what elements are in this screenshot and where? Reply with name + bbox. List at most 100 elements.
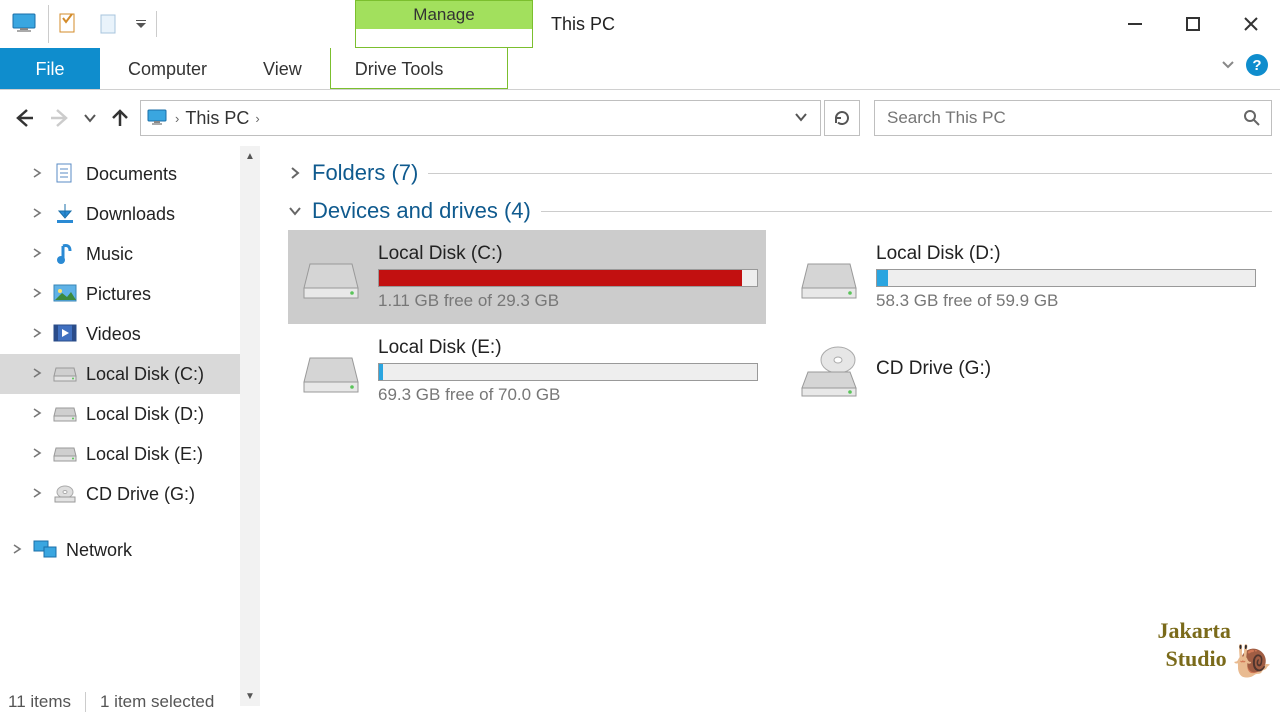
drive-icon bbox=[52, 362, 78, 386]
ribbon-tabs: File Computer View Drive Tools ? bbox=[0, 48, 1280, 90]
manage-context-tab[interactable]: Manage bbox=[355, 0, 533, 48]
usage-bar bbox=[378, 269, 758, 287]
breadcrumb-this-pc[interactable]: This PC bbox=[185, 108, 249, 129]
help-button[interactable]: ? bbox=[1246, 54, 1268, 76]
drive-icon bbox=[52, 442, 78, 466]
maximize-button[interactable] bbox=[1164, 0, 1222, 48]
drive-local-disk-e-[interactable]: Local Disk (E:) 69.3 GB free of 70.0 GB bbox=[288, 324, 766, 418]
tree-item-label: Videos bbox=[86, 324, 141, 345]
group-drives-label: Devices and drives (4) bbox=[312, 198, 531, 224]
back-button[interactable] bbox=[8, 102, 40, 134]
chevron-down-icon bbox=[288, 198, 302, 224]
navigation-bar: › This PC › bbox=[0, 90, 1280, 146]
view-tab[interactable]: View bbox=[235, 48, 330, 89]
tree-item-documents[interactable]: Documents bbox=[0, 154, 260, 194]
videos-icon bbox=[52, 322, 78, 346]
chevron-right-icon bbox=[288, 160, 302, 186]
up-button[interactable] bbox=[104, 102, 136, 134]
music-icon bbox=[52, 242, 78, 266]
tree-item-label: Network bbox=[66, 540, 132, 561]
item-count: 11 items bbox=[8, 692, 71, 712]
group-drives[interactable]: Devices and drives (4) bbox=[288, 192, 1272, 230]
drive-icon bbox=[52, 402, 78, 426]
tree-item-label: Music bbox=[86, 244, 133, 265]
tree-item-videos[interactable]: Videos bbox=[0, 314, 260, 354]
tree-item-pictures[interactable]: Pictures bbox=[0, 274, 260, 314]
drive-free-text: 1.11 GB free of 29.3 GB bbox=[378, 291, 758, 311]
forward-button[interactable] bbox=[44, 102, 76, 134]
drive-local-disk-c-[interactable]: Local Disk (C:) 1.11 GB free of 29.3 GB bbox=[288, 230, 766, 324]
pictures-icon bbox=[52, 282, 78, 306]
hard-drive-icon bbox=[296, 240, 370, 314]
drive-name: Local Disk (C:) bbox=[378, 243, 758, 265]
this-pc-icon bbox=[147, 109, 169, 127]
properties-qat-icon[interactable] bbox=[48, 5, 86, 43]
qat-separator bbox=[156, 11, 157, 37]
drive-local-disk-d-[interactable]: Local Disk (D:) 58.3 GB free of 59.9 GB bbox=[786, 230, 1264, 324]
chevron-right-icon bbox=[30, 487, 44, 501]
chevron-right-icon bbox=[30, 167, 44, 181]
quick-access-toolbar bbox=[0, 0, 165, 48]
search-input[interactable] bbox=[885, 107, 1243, 129]
tree-item-label: Pictures bbox=[86, 284, 151, 305]
tree-item-network[interactable]: Network bbox=[0, 530, 260, 570]
cd-icon bbox=[52, 482, 78, 506]
breadcrumb-separator: › bbox=[255, 111, 259, 126]
hard-drive-icon bbox=[296, 334, 370, 408]
drive-name: Local Disk (E:) bbox=[378, 337, 758, 359]
tree-item-local-disk-e-[interactable]: Local Disk (E:) bbox=[0, 434, 260, 474]
tree-item-label: Local Disk (D:) bbox=[86, 404, 204, 425]
drive-name: Local Disk (D:) bbox=[876, 243, 1256, 265]
tree-item-label: Local Disk (E:) bbox=[86, 444, 203, 465]
chevron-right-icon bbox=[30, 327, 44, 341]
this-pc-icon[interactable] bbox=[6, 5, 44, 43]
usage-bar bbox=[378, 363, 758, 381]
content-pane: Folders (7) Devices and drives (4) Local… bbox=[260, 146, 1280, 706]
cd-drive-icon bbox=[794, 334, 868, 408]
hard-drive-icon bbox=[794, 240, 868, 314]
tree-item-cd-drive-g-[interactable]: CD Drive (G:) bbox=[0, 474, 260, 514]
drive-free-text: 58.3 GB free of 59.9 GB bbox=[876, 291, 1256, 311]
tree-item-label: Documents bbox=[86, 164, 177, 185]
search-icon bbox=[1243, 109, 1261, 127]
tree-item-local-disk-c-[interactable]: Local Disk (C:) bbox=[0, 354, 260, 394]
breadcrumb-separator: › bbox=[175, 111, 179, 126]
file-tab[interactable]: File bbox=[0, 48, 100, 89]
group-folders[interactable]: Folders (7) bbox=[288, 154, 1272, 192]
history-dropdown[interactable] bbox=[80, 102, 100, 134]
chevron-right-icon bbox=[30, 407, 44, 421]
usage-bar bbox=[876, 269, 1256, 287]
search-box[interactable] bbox=[874, 100, 1272, 136]
close-button[interactable] bbox=[1222, 0, 1280, 48]
new-item-qat-icon[interactable] bbox=[90, 5, 128, 43]
tree-item-downloads[interactable]: Downloads bbox=[0, 194, 260, 234]
network-icon bbox=[32, 538, 58, 562]
refresh-button[interactable] bbox=[824, 100, 860, 136]
title-bar: Manage This PC bbox=[0, 0, 1280, 48]
navigation-pane: Documents Downloads Music Pictures Videos Loc… bbox=[0, 146, 260, 706]
address-bar[interactable]: › This PC › bbox=[140, 100, 821, 136]
tree-item-music[interactable]: Music bbox=[0, 234, 260, 274]
chevron-right-icon bbox=[30, 367, 44, 381]
tree-item-label: Downloads bbox=[86, 204, 175, 225]
sidebar-scrollbar[interactable]: ▲ ▼ bbox=[240, 146, 260, 706]
drive-free-text: 69.3 GB free of 70.0 GB bbox=[378, 385, 758, 405]
minimize-button[interactable] bbox=[1106, 0, 1164, 48]
window-title: This PC bbox=[551, 14, 615, 35]
collapse-ribbon-icon[interactable] bbox=[1220, 56, 1236, 75]
tree-item-label: Local Disk (C:) bbox=[86, 364, 204, 385]
chevron-right-icon bbox=[30, 447, 44, 461]
drive-tools-tab[interactable]: Drive Tools bbox=[330, 48, 508, 89]
computer-tab[interactable]: Computer bbox=[100, 48, 235, 89]
tree-item-local-disk-d-[interactable]: Local Disk (D:) bbox=[0, 394, 260, 434]
scroll-up-button[interactable]: ▲ bbox=[240, 146, 260, 166]
chevron-right-icon bbox=[30, 287, 44, 301]
status-bar: 11 items 1 item selected bbox=[0, 684, 1280, 720]
chevron-right-icon bbox=[30, 247, 44, 261]
qat-dropdown-icon[interactable] bbox=[132, 5, 150, 43]
group-folders-label: Folders (7) bbox=[312, 160, 418, 186]
address-dropdown[interactable] bbox=[788, 110, 814, 127]
tree-item-label: CD Drive (G:) bbox=[86, 484, 195, 505]
download-icon bbox=[52, 202, 78, 226]
drive-cd-drive-g-[interactable]: CD Drive (G:) bbox=[786, 324, 1264, 418]
